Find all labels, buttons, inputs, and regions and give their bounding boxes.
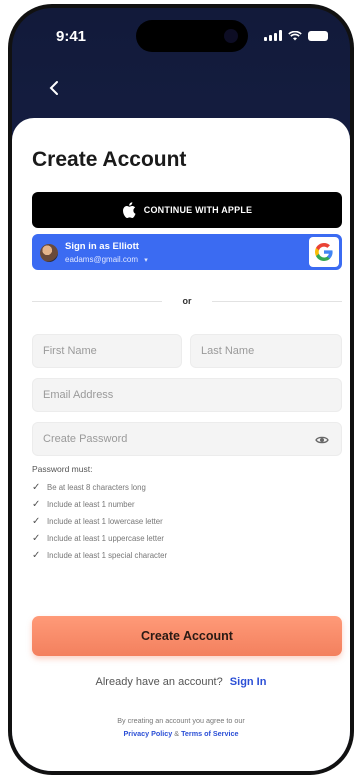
last-name-field[interactable]: Last Name bbox=[190, 334, 342, 368]
google-sign-in-button[interactable]: Sign in as Elliott eadams@gmail.com ▾ bbox=[32, 234, 342, 270]
back-button[interactable] bbox=[48, 80, 60, 100]
password-field[interactable]: Create Password bbox=[32, 422, 342, 456]
phone-frame: 9:41 Create Account CONTINUE WITH APPLE … bbox=[8, 4, 354, 775]
page-title: Create Account bbox=[32, 148, 187, 171]
wifi-icon bbox=[288, 30, 302, 40]
create-account-button[interactable]: Create Account bbox=[32, 616, 342, 656]
signal-icon bbox=[264, 30, 282, 41]
google-account-email: eadams@gmail.com ▾ bbox=[65, 255, 148, 264]
signup-sheet: Create Account CONTINUE WITH APPLE Sign … bbox=[12, 118, 350, 771]
status-icons bbox=[264, 30, 328, 41]
chevron-down-icon: ▾ bbox=[144, 257, 148, 264]
sign-in-prompt: Already have an account? Sign In bbox=[12, 676, 350, 688]
privacy-policy-link[interactable]: Privacy Policy bbox=[124, 729, 173, 738]
apple-button-label: CONTINUE WITH APPLE bbox=[143, 205, 253, 215]
battery-icon bbox=[308, 30, 328, 41]
check-icon: ✓ bbox=[32, 516, 41, 527]
status-time: 9:41 bbox=[56, 28, 87, 45]
check-icon: ✓ bbox=[32, 533, 41, 544]
apple-logo-icon bbox=[122, 202, 136, 218]
password-rules-title: Password must: bbox=[32, 464, 93, 474]
first-name-field[interactable]: First Name bbox=[32, 334, 182, 368]
screen: 9:41 Create Account CONTINUE WITH APPLE … bbox=[12, 8, 350, 771]
password-rule: ✓ Include at least 1 number bbox=[32, 499, 135, 510]
dynamic-island bbox=[136, 20, 248, 52]
password-rule: ✓ Include at least 1 uppercase letter bbox=[32, 533, 165, 544]
sign-in-link[interactable]: Sign In bbox=[230, 676, 267, 688]
check-icon: ✓ bbox=[32, 499, 41, 510]
password-rule: ✓ Be at least 8 characters long bbox=[32, 482, 146, 493]
email-field[interactable]: Email Address bbox=[32, 378, 342, 412]
terms-of-service-link[interactable]: Terms of Service bbox=[181, 729, 238, 738]
google-g-icon bbox=[309, 237, 339, 267]
avatar bbox=[40, 244, 58, 262]
password-rule: ✓ Include at least 1 special character bbox=[32, 550, 168, 561]
or-divider: or bbox=[32, 294, 342, 310]
continue-with-apple-button[interactable]: CONTINUE WITH APPLE bbox=[32, 192, 342, 228]
terms-amp: & bbox=[174, 729, 180, 738]
chevron-left-icon bbox=[49, 81, 58, 95]
check-icon: ✓ bbox=[32, 482, 41, 493]
check-icon: ✓ bbox=[32, 550, 41, 561]
password-rule: ✓ Include at least 1 lowercase letter bbox=[32, 516, 163, 527]
already-have-account-text: Already have an account? bbox=[95, 676, 223, 688]
google-account-name: Sign in as Elliott bbox=[65, 241, 139, 252]
terms-text: By creating an account you agree to our bbox=[117, 716, 245, 725]
eye-icon[interactable] bbox=[315, 433, 329, 447]
terms-notice: By creating an account you agree to our … bbox=[12, 714, 350, 740]
camera-icon bbox=[224, 29, 238, 43]
password-placeholder: Create Password bbox=[43, 433, 128, 445]
